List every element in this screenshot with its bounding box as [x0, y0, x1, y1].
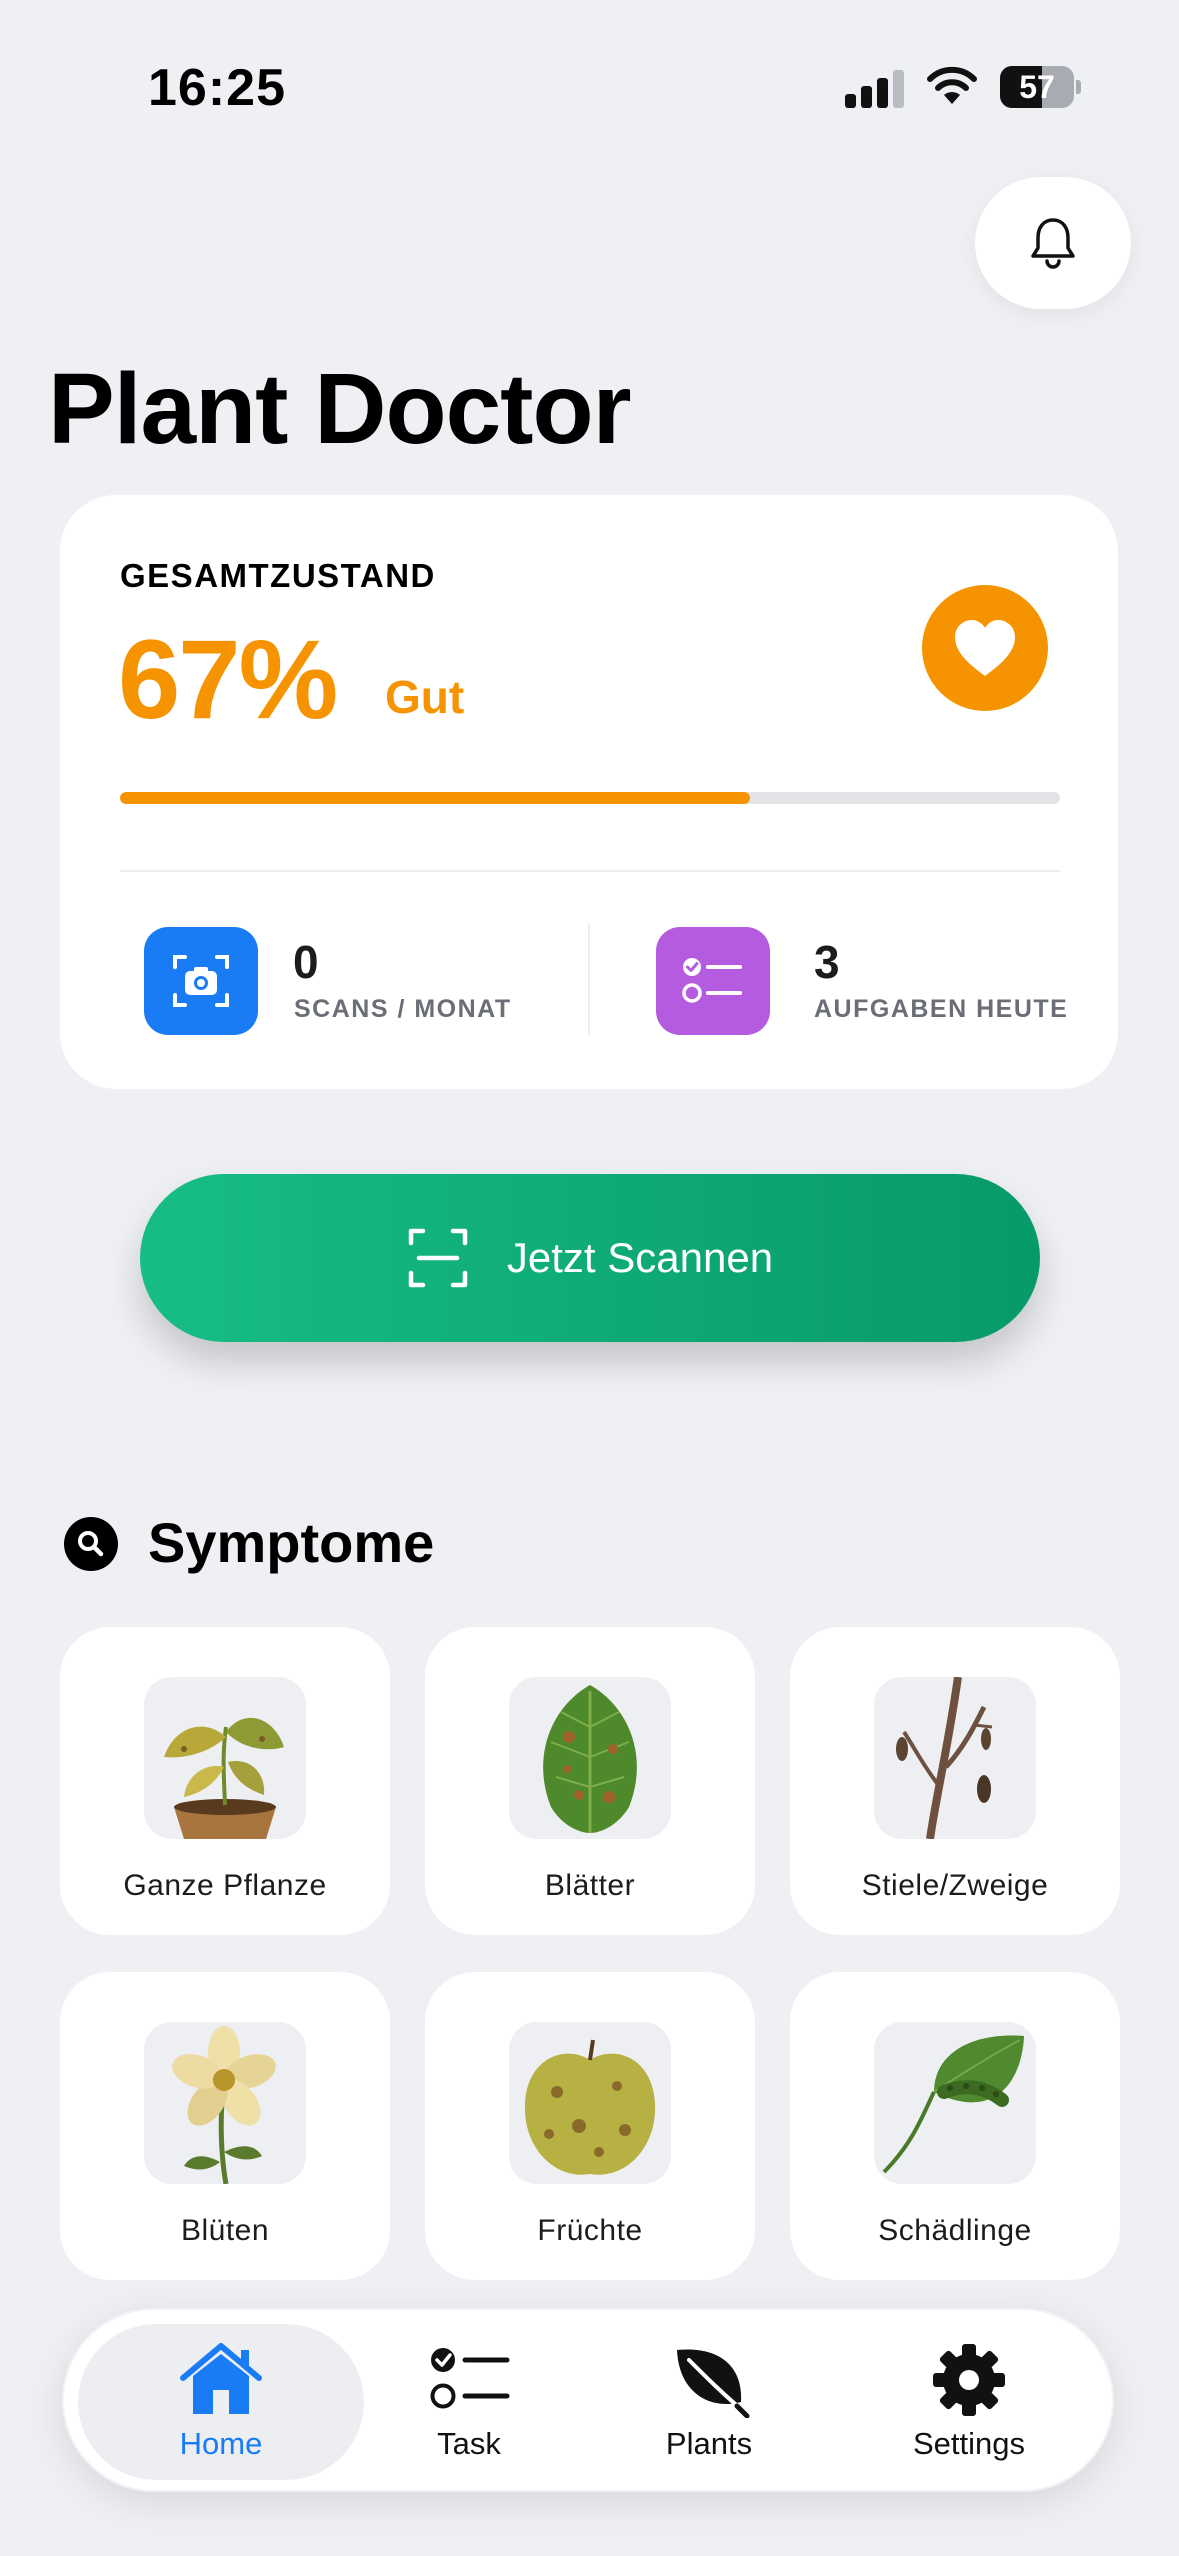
stem-image [874, 1677, 1036, 1839]
symptom-label: Schädlinge [878, 2214, 1032, 2247]
checklist-icon [430, 2348, 510, 2409]
page-title: Plant Doctor [48, 353, 631, 465]
symptoms-title: Symptome [148, 1511, 435, 1574]
tab-plants[interactable]: Plants [604, 2310, 814, 2494]
health-progress-bar [120, 792, 1060, 804]
wifi-icon [927, 66, 977, 104]
heart-icon [955, 620, 1015, 676]
tab-settings[interactable]: Settings [844, 2310, 1094, 2494]
scans-label: SCANS / MONAT [294, 995, 512, 1023]
notifications-button[interactable] [975, 177, 1131, 309]
divider [588, 923, 590, 1035]
tab-bar: Home Task Plants Settings [62, 2308, 1114, 2492]
status-time: 16:25 [148, 59, 286, 117]
symptom-label: Stiele/Zweige [861, 1869, 1049, 1902]
gear-icon [933, 2344, 1005, 2416]
scan-now-label: Jetzt Scannen [506, 1234, 774, 1281]
symptom-label: Blätter [544, 1869, 636, 1902]
heart-badge [922, 585, 1048, 711]
home-icon [180, 2343, 262, 2414]
scans-stat-icon [144, 927, 258, 1035]
leaf-icon [677, 2349, 750, 2418]
tab-label: Home [179, 2426, 263, 2461]
symptom-label: Blüten [180, 2214, 270, 2247]
tab-label: Settings [912, 2426, 1025, 2461]
leaf-image [509, 1677, 671, 1839]
tasks-label: AUFGABEN HEUTE [814, 995, 1069, 1023]
whole-plant-image [144, 1677, 306, 1839]
divider [120, 870, 1060, 872]
scan-icon [408, 1228, 468, 1288]
cellular-signal-icon [845, 68, 907, 108]
scan-now-button[interactable]: Jetzt Scannen [140, 1174, 1040, 1342]
fruit-image [509, 2022, 671, 2184]
symptom-tile-leaves[interactable]: Blätter [425, 1627, 755, 1935]
camera-icon [173, 955, 229, 1007]
health-status: Gut [385, 671, 465, 723]
tasks-count: 3 [814, 936, 840, 988]
battery-level: 57 [1019, 69, 1055, 105]
health-card: GESAMTZUSTAND 67% Gut 0 SCANS / MONAT 3 … [60, 495, 1118, 1089]
symptom-label: Früchte [537, 2214, 643, 2247]
symptom-tile-stems[interactable]: Stiele/Zweige [790, 1627, 1120, 1935]
pest-image [874, 2022, 1036, 2184]
symptom-tile-pests[interactable]: Schädlinge [790, 1972, 1120, 2280]
scans-count: 0 [293, 936, 319, 988]
bell-icon [1031, 218, 1075, 269]
symptom-tile-flowers[interactable]: Blüten [60, 1972, 390, 2280]
health-label: GESAMTZUSTAND [120, 557, 436, 594]
tasks-stat-icon [656, 927, 770, 1035]
tab-task[interactable]: Task [364, 2310, 574, 2494]
battery-icon: 57 [1000, 66, 1081, 108]
status-bar: 16:25 57 [0, 0, 1179, 170]
tab-label: Task [437, 2426, 501, 2461]
search-icon [64, 1517, 118, 1571]
checklist-icon [682, 958, 742, 1003]
symptom-tile-whole-plant[interactable]: Ganze Pflanze [60, 1627, 390, 1935]
health-progress-fill [120, 792, 750, 804]
flower-image [144, 2022, 306, 2184]
symptom-label: Ganze Pflanze [123, 1869, 327, 1902]
symptom-tile-fruits[interactable]: Früchte [425, 1972, 755, 2280]
tab-home[interactable]: Home [78, 2310, 364, 2494]
health-percent: 67% [118, 617, 338, 742]
tab-label: Plants [665, 2426, 753, 2461]
